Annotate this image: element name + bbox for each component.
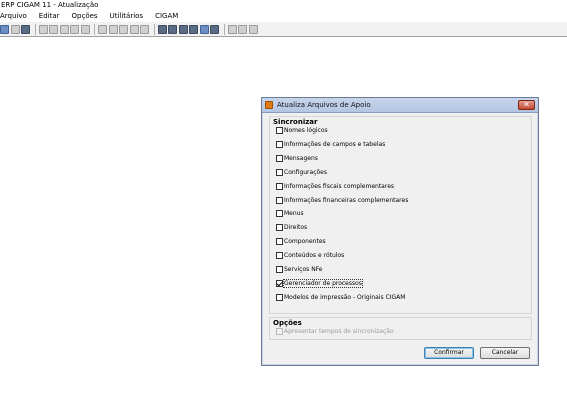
sync-option-label: Informações financeiras complementares xyxy=(284,196,409,204)
sync-option-label: Modelos de impressão - Originais CIGAM xyxy=(284,293,406,301)
new-icon[interactable] xyxy=(38,24,48,34)
sync-option-checkbox[interactable] xyxy=(276,293,283,301)
sync-option-row[interactable]: Modelos de impressão - Originais CIGAM xyxy=(276,293,405,302)
sync-option-row[interactable]: Gerenciador de processos xyxy=(276,278,363,288)
toolbar-separator xyxy=(223,23,225,35)
paste-icon[interactable] xyxy=(248,24,258,34)
next-record-icon[interactable] xyxy=(119,24,128,34)
edit-icon[interactable] xyxy=(49,24,58,34)
sync-option-row[interactable]: Serviços NFe xyxy=(276,265,323,274)
sync-option-checkbox[interactable] xyxy=(276,140,283,148)
menu-utilitarios[interactable]: Utilitários xyxy=(110,12,144,20)
filter-icon[interactable] xyxy=(140,24,149,34)
dialog-titlebar[interactable]: Atualiza Arquivos de Apoio ✕ xyxy=(262,98,538,113)
sync-option-label: Conteúdos e rótulos xyxy=(284,252,345,260)
menu-opcoes[interactable]: Opções xyxy=(72,12,98,20)
sync-option-checkbox[interactable] xyxy=(276,252,283,260)
sync-option-checkbox[interactable] xyxy=(276,266,283,273)
previous-record-icon[interactable] xyxy=(108,24,118,34)
menu-cigam[interactable]: CIGAM xyxy=(155,12,178,20)
menu-editar[interactable]: Editar xyxy=(39,12,60,20)
sync-option-row[interactable]: Menus xyxy=(276,209,304,218)
copy-icon[interactable] xyxy=(238,24,247,34)
options-group-label: Opções xyxy=(273,319,302,327)
save-icon[interactable] xyxy=(21,24,30,34)
toolbar-separator xyxy=(153,23,155,35)
sync-option-row[interactable]: Nomes lógicos xyxy=(276,126,328,135)
sync-option-label: Serviços NFe xyxy=(284,266,323,273)
update-dialog: Atualiza Arquivos de Apoio ✕ Sincronizar… xyxy=(261,97,539,366)
sync-option-label: Configurações xyxy=(284,168,327,176)
sync-option-row[interactable]: Informações de campos e tabelas xyxy=(276,140,385,149)
sync-option-checkbox[interactable] xyxy=(276,196,283,204)
sync-option-row[interactable]: Informações fiscais complementares xyxy=(276,182,394,191)
cut-icon[interactable] xyxy=(227,24,237,34)
sync-option-label: Menus xyxy=(284,210,304,218)
sync-option-label: Informações de campos e tabelas xyxy=(284,140,386,148)
preview-icon[interactable] xyxy=(59,24,69,34)
print-icon[interactable] xyxy=(10,24,20,34)
sync-option-row[interactable]: Conteúdos e rótulos xyxy=(276,251,344,260)
sync-option-checkbox[interactable] xyxy=(276,279,283,287)
toolbar xyxy=(0,22,567,37)
sync-option-checkbox[interactable] xyxy=(276,238,283,246)
close-button[interactable]: ✕ xyxy=(518,100,535,110)
sync-option-label: Nomes lógicos xyxy=(284,127,328,134)
app-logo-icon xyxy=(265,101,273,109)
sync-option-label: Informações fiscais complementares xyxy=(284,182,395,190)
chart-icon[interactable] xyxy=(199,24,209,34)
sync-option-row[interactable]: Direitos xyxy=(276,223,307,232)
sync-option-checkbox[interactable] xyxy=(276,182,283,190)
app-title: ERP CIGAM 11 - Atualização xyxy=(0,0,567,10)
sync-option-row[interactable]: Mensagens xyxy=(276,154,318,163)
cancel-button[interactable]: Cancelar xyxy=(480,347,530,359)
sync-option-checkbox[interactable] xyxy=(276,224,283,232)
last-record-icon[interactable] xyxy=(129,24,139,34)
sync-option-row[interactable]: Componentes xyxy=(276,237,326,246)
report-icon[interactable] xyxy=(168,24,177,34)
menu-bar: Arquivo Editar Opções Utilitários CIGAM xyxy=(0,10,567,22)
sync-option-label: Direitos xyxy=(284,224,308,232)
sync-option-label: Mensagens xyxy=(284,154,318,162)
dialog-title: Atualiza Arquivos de Apoio xyxy=(277,101,371,109)
first-record-icon[interactable] xyxy=(98,24,107,34)
toolbar-separator xyxy=(34,23,36,35)
sync-group: Sincronizar Nomes lógicos Informações de … xyxy=(269,116,532,314)
sync-group-label: Sincronizar xyxy=(273,118,318,126)
sync-option-checkbox[interactable] xyxy=(276,210,283,218)
confirm-button[interactable]: Confirmar xyxy=(424,347,474,359)
option-checkbox xyxy=(276,328,283,335)
sync-option-label: Componentes xyxy=(284,238,326,246)
options-group: Opções Apresentar tempos de sincronizaçã… xyxy=(269,317,532,340)
menu-arquivo[interactable]: Arquivo xyxy=(0,12,27,20)
sync-option-row[interactable]: Informações financeiras complementares xyxy=(276,196,408,205)
table-icon[interactable] xyxy=(210,24,219,34)
sync-option-checkbox[interactable] xyxy=(276,168,283,176)
toolbar-separator xyxy=(94,23,95,35)
sync-option-row[interactable]: Configurações xyxy=(276,168,327,177)
sync-option-checkbox[interactable] xyxy=(276,127,283,134)
window-icon[interactable] xyxy=(189,24,198,34)
option-row: Apresentar tempos de sincronização xyxy=(276,327,394,336)
option-label: Apresentar tempos de sincronização xyxy=(284,328,394,335)
sync-option-label: Gerenciador de processos xyxy=(283,278,363,288)
delete-icon[interactable] xyxy=(80,24,90,34)
layout-icon[interactable] xyxy=(178,24,188,34)
copy-record-icon[interactable] xyxy=(70,24,79,34)
open-icon[interactable] xyxy=(0,24,9,34)
grid-icon[interactable] xyxy=(157,24,167,34)
sync-option-checkbox[interactable] xyxy=(276,154,283,162)
